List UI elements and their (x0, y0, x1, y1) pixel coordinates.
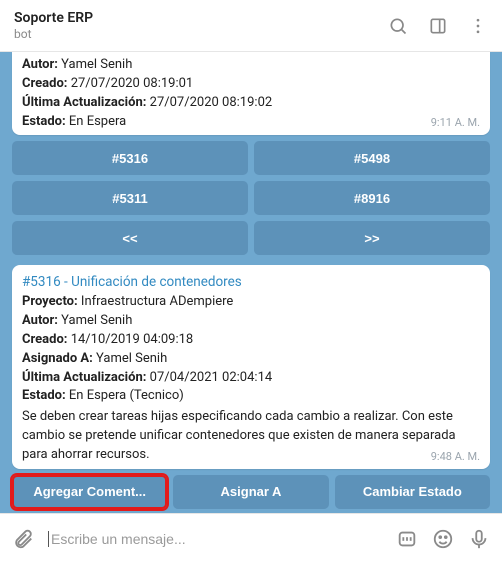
ticket-button-5498[interactable]: #5498 (254, 141, 490, 175)
header-actions (388, 16, 488, 36)
attach-icon[interactable] (12, 528, 34, 550)
chat-area: Autor: Yamel Senih Creado: 27/07/2020 08… (0, 52, 502, 513)
keyboard-toggle-icon[interactable] (396, 528, 418, 550)
field-label: Autor: (22, 57, 58, 72)
search-icon[interactable] (388, 16, 408, 36)
field-value: Infraestructura ADempiere (81, 294, 233, 309)
field-label: Creado: (22, 332, 67, 347)
more-icon[interactable] (468, 16, 488, 36)
field-label: Última Actualización: (22, 370, 146, 385)
field-label: Estado: (22, 388, 66, 403)
field-value: 27/07/2020 08:19:01 (71, 76, 194, 91)
inline-keyboard-nav: #5316 #5498 #5311 #8916 << >> (12, 141, 490, 255)
chat-title[interactable]: Soporte ERP (14, 10, 388, 26)
add-comment-button[interactable]: Agregar Coment... (12, 475, 167, 509)
sidebar-toggle-icon[interactable] (428, 16, 448, 36)
chat-subtitle: bot (14, 27, 388, 41)
ticket-description: Se deben crear tareas hijas especificand… (22, 408, 480, 465)
field-value: En Espera (Tecnico) (69, 388, 184, 403)
field-label: Estado: (22, 114, 66, 129)
ticket-title-link[interactable]: #5316 - Unificación de contenedores (22, 274, 242, 290)
field-value: 07/04/2021 02:04:14 (150, 370, 273, 385)
assign-to-button[interactable]: Asignar A (173, 475, 328, 509)
message-input[interactable] (48, 531, 382, 547)
field-label: Creado: (22, 76, 67, 91)
message-time: 9:48 A. M. (431, 449, 480, 465)
header-titles: Soporte ERP bot (14, 10, 388, 41)
field-value: Yamel Senih (61, 57, 132, 72)
field-value: 14/10/2019 04:09:18 (71, 332, 194, 347)
next-page-button[interactable]: >> (254, 221, 490, 255)
field-label: Asignado A: (22, 351, 93, 366)
message-card-detail: #5316 - Unificación de contenedores Proy… (12, 265, 490, 468)
message-time: 9:11 A. M. (431, 115, 480, 131)
field-value: Yamel Senih (96, 351, 167, 366)
field-value: En Espera (69, 114, 126, 129)
field-label: Autor: (22, 313, 58, 328)
chat-header: Soporte ERP bot (0, 0, 502, 52)
message-card-partial: Autor: Yamel Senih Creado: 27/07/2020 08… (12, 52, 490, 135)
field-value: 27/07/2020 08:19:02 (150, 95, 273, 110)
ticket-button-5311[interactable]: #5311 (12, 181, 248, 215)
field-label: Última Actualización: (22, 95, 146, 110)
composer-actions (396, 528, 490, 550)
change-state-button[interactable]: Cambiar Estado (335, 475, 490, 509)
ticket-button-5316[interactable]: #5316 (12, 141, 248, 175)
field-label: Proyecto: (22, 294, 78, 309)
prev-page-button[interactable]: << (12, 221, 248, 255)
ticket-button-8916[interactable]: #8916 (254, 181, 490, 215)
microphone-icon[interactable] (468, 528, 490, 550)
emoji-icon[interactable] (432, 528, 454, 550)
field-value: Yamel Senih (61, 313, 132, 328)
message-composer (0, 513, 502, 563)
inline-keyboard-actions: Agregar Coment... Asignar A Cambiar Esta… (12, 475, 490, 509)
